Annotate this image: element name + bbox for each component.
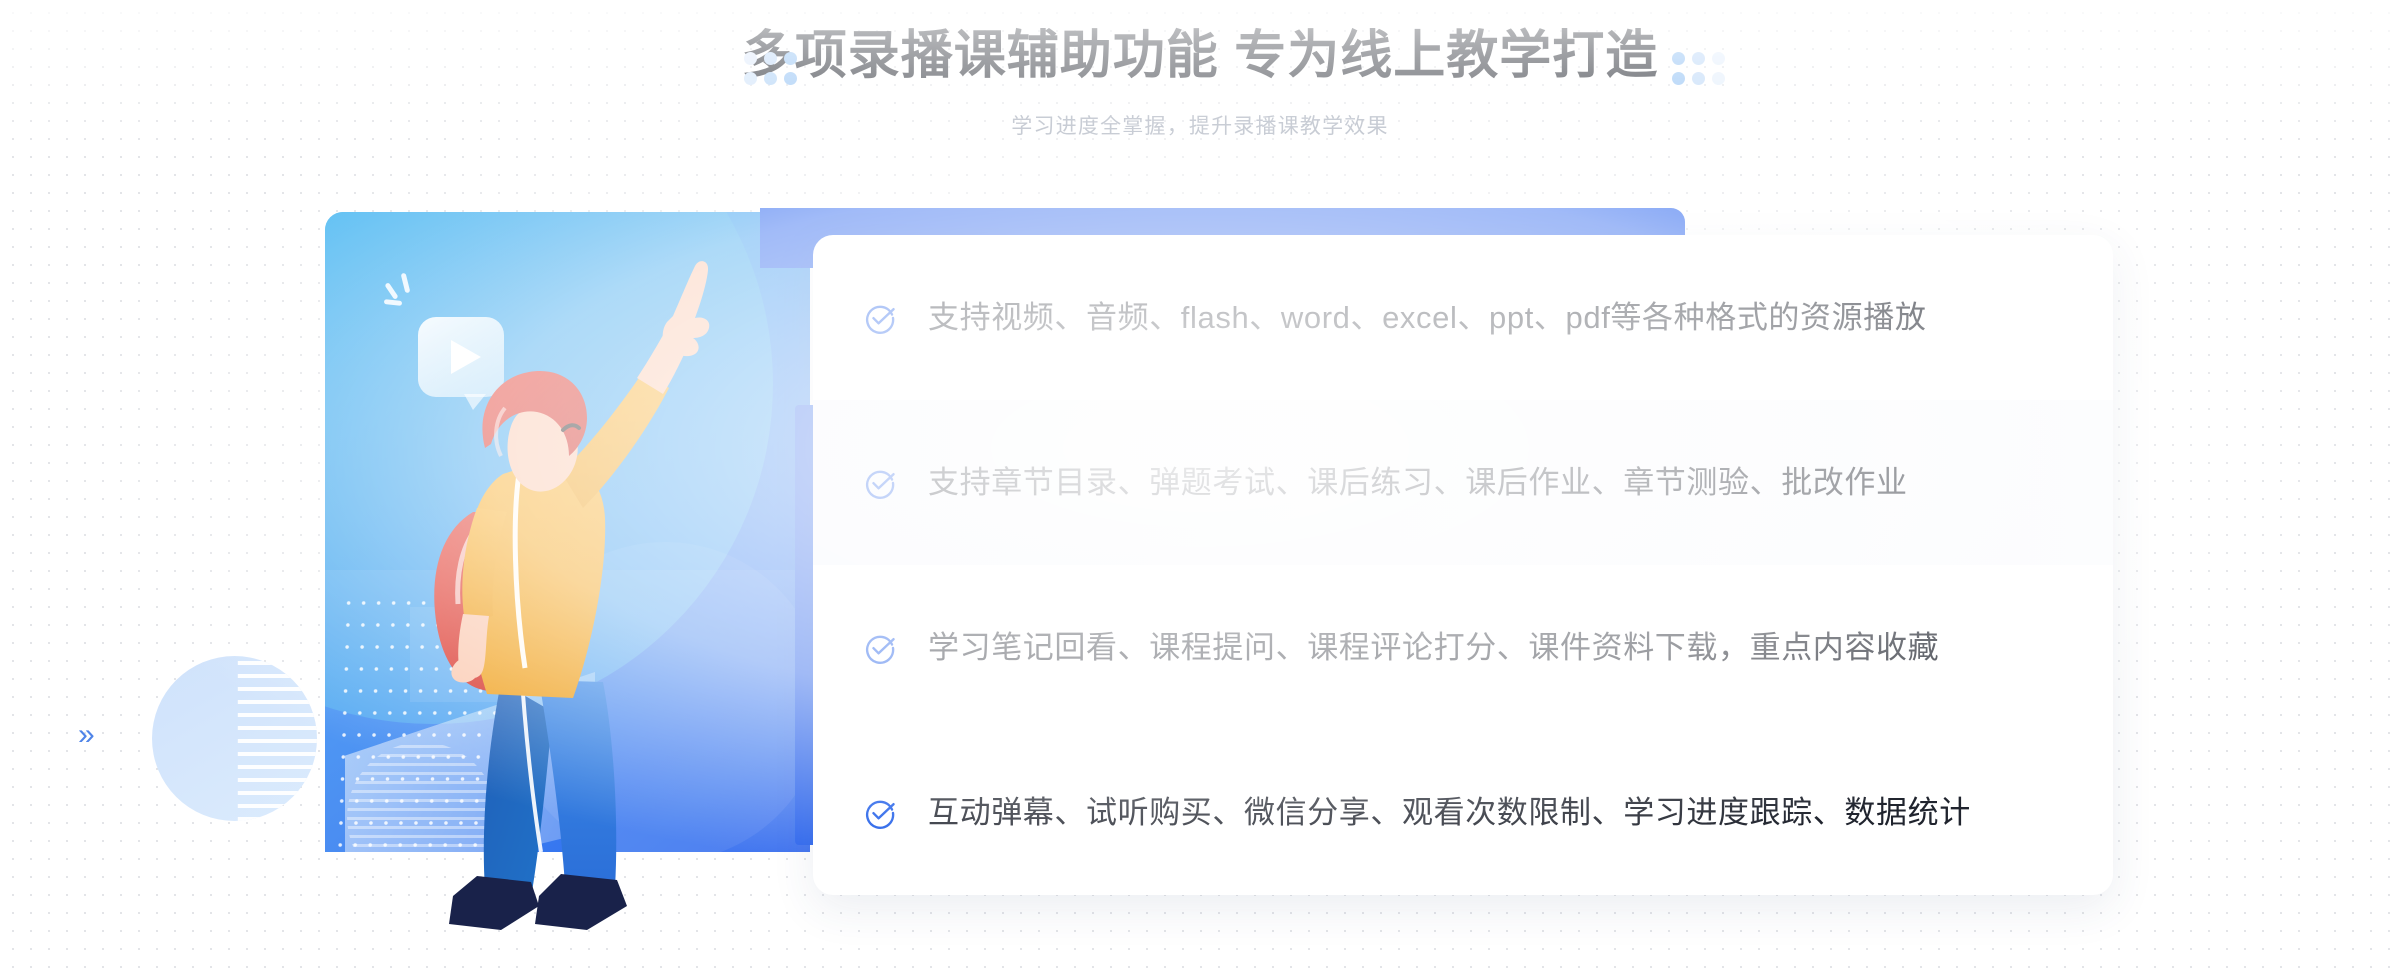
dot-grid-decoration <box>1672 52 1732 92</box>
page-stage: » « 支持视频、音频、flash、word、excel、ppt、pdf等各种格… <box>0 0 2400 974</box>
feature-text: 学习笔记回看、课程提问、课程评论打分、课件资料下载，重点内容收藏 <box>928 629 1940 665</box>
play-speech-bubble <box>418 317 504 410</box>
check-circle-icon <box>865 635 895 664</box>
page-title: 多项录播课辅助功能 专为线上教学打造 <box>741 27 1659 85</box>
check-circle-icon <box>865 305 895 334</box>
feature-text: 支持章节目录、弹题考试、课后练习、课后作业、章节测验、批改作业 <box>928 464 1908 500</box>
check-circle-icon <box>865 470 895 499</box>
feature-row[interactable]: 互动弹幕、试听购买、微信分享、观看次数限制、学习进度跟踪、数据统计 <box>813 730 2113 895</box>
play-icon <box>451 340 481 374</box>
feature-row[interactable]: 学习笔记回看、课程提问、课程评论打分、课件资料下载，重点内容收藏 <box>813 565 2113 730</box>
feature-text: 互动弹幕、试听购买、微信分享、观看次数限制、学习进度跟踪、数据统计 <box>928 794 1971 830</box>
feature-row[interactable]: 支持视频、音频、flash、word、excel、ppt、pdf等各种格式的资源… <box>813 235 2113 400</box>
check-circle-icon <box>865 800 895 829</box>
panel-grid-block <box>410 607 530 702</box>
double-chevron-right-icon: » <box>78 718 95 751</box>
page-subtitle: 学习进度全掌握，提升录播课教学效果 <box>1011 115 1389 138</box>
double-chevron-left-icon: « <box>522 610 541 647</box>
feature-list-card: 支持视频、音频、flash、word、excel、ppt、pdf等各种格式的资源… <box>813 235 2113 895</box>
feature-row[interactable]: 支持章节目录、弹题考试、课后练习、课后作业、章节测验、批改作业 <box>813 400 2113 565</box>
dot-grid-decoration <box>744 52 804 92</box>
feature-text: 支持视频、音频、flash、word、excel、ppt、pdf等各种格式的资源… <box>928 299 1927 335</box>
illustration-panel: « <box>325 212 810 852</box>
